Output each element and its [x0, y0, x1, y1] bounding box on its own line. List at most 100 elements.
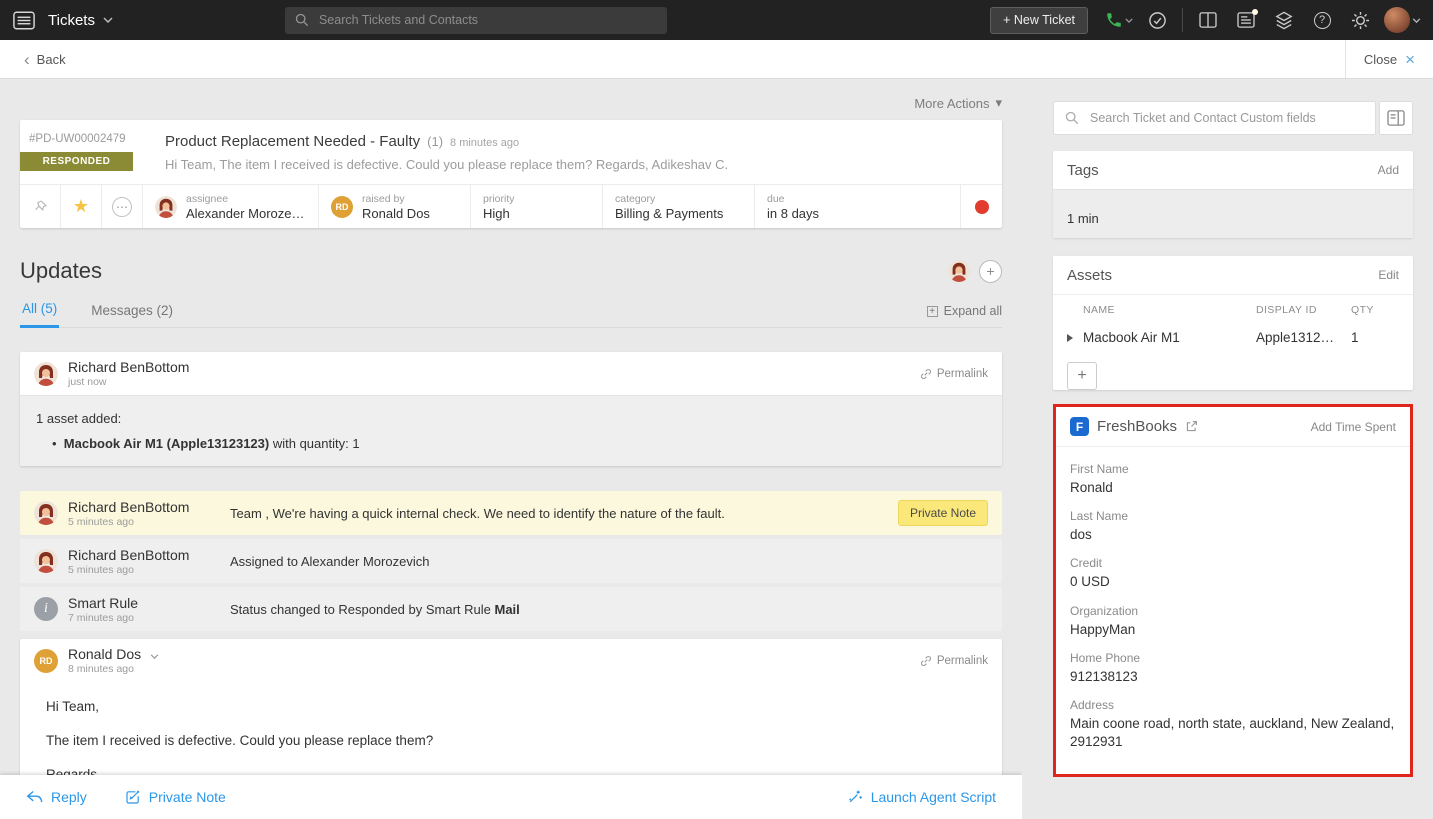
due-field[interactable]: due in 8 days [755, 185, 961, 228]
assignment-text: Assigned to Alexander Morozevich [230, 554, 429, 569]
search-icon [295, 13, 309, 27]
freshbooks-fields: First Name Ronald Last Name dos Credit 0… [1056, 446, 1410, 774]
star-icon[interactable]: ★ [61, 185, 102, 228]
kanban-book-icon[interactable] [1189, 0, 1227, 40]
asset-added-item: • Macbook Air M1 (Apple13123123) with qu… [36, 436, 986, 451]
pin-icon[interactable] [20, 185, 61, 228]
field-label: Home Phone [1070, 651, 1396, 665]
priority-field[interactable]: priority High [471, 185, 603, 228]
field-value: HappyMan [1070, 621, 1396, 639]
ticket-last-activity: 8 minutes ago [450, 137, 519, 149]
asset-qty: 1 [1351, 330, 1399, 345]
asset-display-id: Apple1312… [1256, 330, 1351, 345]
more-actions-label: More Actions [914, 96, 989, 111]
assignee-value: Alexander Moroze… [186, 206, 305, 221]
ticket-summary-card: #PD-UW00002479 RESPONDED Product Replace… [20, 120, 1002, 228]
field-organization: Organization HappyMan [1070, 604, 1396, 639]
search-icon [1065, 111, 1079, 125]
private-note-button[interactable]: Private Note [125, 789, 226, 805]
tab-all[interactable]: All (5) [20, 292, 59, 328]
assignee-field[interactable]: assignee Alexander Moroze… [143, 185, 319, 228]
due-value: in 8 days [767, 206, 819, 221]
tags-title: Tags [1067, 162, 1099, 179]
top-navigation-bar: Tickets + New Ticket ? [0, 0, 1433, 40]
close-button[interactable]: Close × [1345, 40, 1433, 78]
field-value: 0 USD [1070, 573, 1396, 591]
column-qty: QTY [1351, 304, 1399, 316]
settings-gear-icon[interactable] [1341, 0, 1379, 40]
add-watcher-button[interactable]: + [979, 260, 1002, 283]
plus-glyph: + [986, 263, 994, 279]
help-glyph: ? [1319, 14, 1325, 26]
tags-add-button[interactable]: Add [1378, 163, 1399, 177]
sidebar-panel-toggle-icon[interactable] [1379, 101, 1413, 135]
close-label: Close [1364, 52, 1397, 67]
tab-messages[interactable]: Messages (2) [89, 294, 175, 327]
back-button[interactable]: ‹ Back [0, 51, 66, 68]
note-text[interactable]: Team , We're having a quick internal che… [230, 506, 725, 521]
launch-agent-script-label: Launch Agent Script [871, 789, 996, 805]
assets-edit-button[interactable]: Edit [1378, 268, 1399, 282]
assets-table-header: NAME DISPLAY ID QTY [1053, 294, 1413, 321]
permalink-label: Permalink [937, 368, 988, 380]
global-search-input[interactable] [317, 12, 657, 28]
expand-all-button[interactable]: + Expand all [927, 304, 1002, 327]
private-note-label: Private Note [149, 789, 226, 805]
layers-icon[interactable] [1265, 0, 1303, 40]
custom-fields-search[interactable] [1053, 101, 1376, 135]
assets-title: Assets [1067, 267, 1112, 284]
freshbooks-highlight-outline: F FreshBooks Add Time Spent First Name R… [1053, 404, 1413, 777]
author-name: Smart Rule [68, 595, 138, 611]
custom-fields-search-input[interactable] [1088, 110, 1364, 126]
author-avatar [34, 362, 58, 386]
entry-time: 5 minutes ago [68, 564, 189, 576]
reply-button[interactable]: Reply [26, 789, 87, 805]
add-asset-button[interactable]: + [1067, 362, 1097, 390]
red-dot-icon [975, 200, 989, 214]
ticket-toolbar: ‹ Back Close × [0, 40, 1433, 79]
author-name[interactable]: Ronald Dos [68, 646, 159, 662]
user-menu[interactable] [1379, 0, 1425, 40]
due-label: due [767, 193, 819, 205]
assignee-label: assignee [186, 193, 305, 205]
ticket-message-count: (1) [427, 134, 443, 149]
column-display-id: DISPLAY ID [1256, 304, 1351, 316]
more-options-icon[interactable]: ⋯ [102, 185, 143, 228]
launch-agent-script-button[interactable]: Launch Agent Script [847, 789, 996, 805]
updates-tabs: All (5) Messages (2) + Expand all [20, 292, 1002, 328]
field-value: dos [1070, 526, 1396, 544]
field-label: Address [1070, 698, 1396, 712]
raised-by-label: raised by [362, 193, 430, 205]
help-icon[interactable]: ? [1303, 0, 1341, 40]
category-field[interactable]: category Billing & Payments [603, 185, 755, 228]
external-link-icon[interactable] [1185, 420, 1198, 433]
tags-item[interactable]: 1 min [1053, 189, 1413, 238]
ticket-title[interactable]: Product Replacement Needed - Faulty [165, 133, 420, 150]
compose-note-icon [125, 789, 141, 805]
app-switcher-icon[interactable] [0, 0, 48, 40]
asset-name-bold: Macbook Air M1 (Apple13123123) [64, 436, 269, 451]
module-switcher[interactable]: Tickets [48, 12, 113, 29]
raised-by-field[interactable]: RD raised by Ronald Dos [319, 185, 471, 228]
global-search[interactable] [285, 7, 667, 34]
expand-caret-icon[interactable] [1067, 334, 1073, 342]
priority-label: priority [483, 193, 515, 205]
todo-check-icon[interactable] [1138, 0, 1176, 40]
asset-row[interactable]: Macbook Air M1 Apple1312… 1 [1053, 321, 1413, 356]
permalink-label: Permalink [937, 655, 988, 667]
author-name: Richard BenBottom [68, 359, 189, 375]
permalink-button[interactable]: Permalink [920, 655, 988, 667]
asset-quantity-text: with quantity: 1 [269, 436, 359, 451]
watcher-avatar[interactable] [948, 260, 970, 282]
new-ticket-button[interactable]: + New Ticket [990, 7, 1088, 34]
ticket-meta-row: ★ ⋯ assignee Alexander Moroze… RD [20, 184, 1002, 228]
tags-card: Tags Add 1 min [1053, 151, 1413, 238]
reply-icon [26, 790, 43, 804]
add-time-spent-button[interactable]: Add Time Spent [1311, 420, 1396, 434]
more-actions-button[interactable]: More Actions ▾ [20, 79, 1002, 111]
announcements-icon[interactable] [1227, 0, 1265, 40]
priority-value: High [483, 206, 515, 221]
permalink-button[interactable]: Permalink [920, 368, 988, 380]
phone-icon[interactable] [1100, 0, 1138, 40]
field-label: Organization [1070, 604, 1396, 618]
